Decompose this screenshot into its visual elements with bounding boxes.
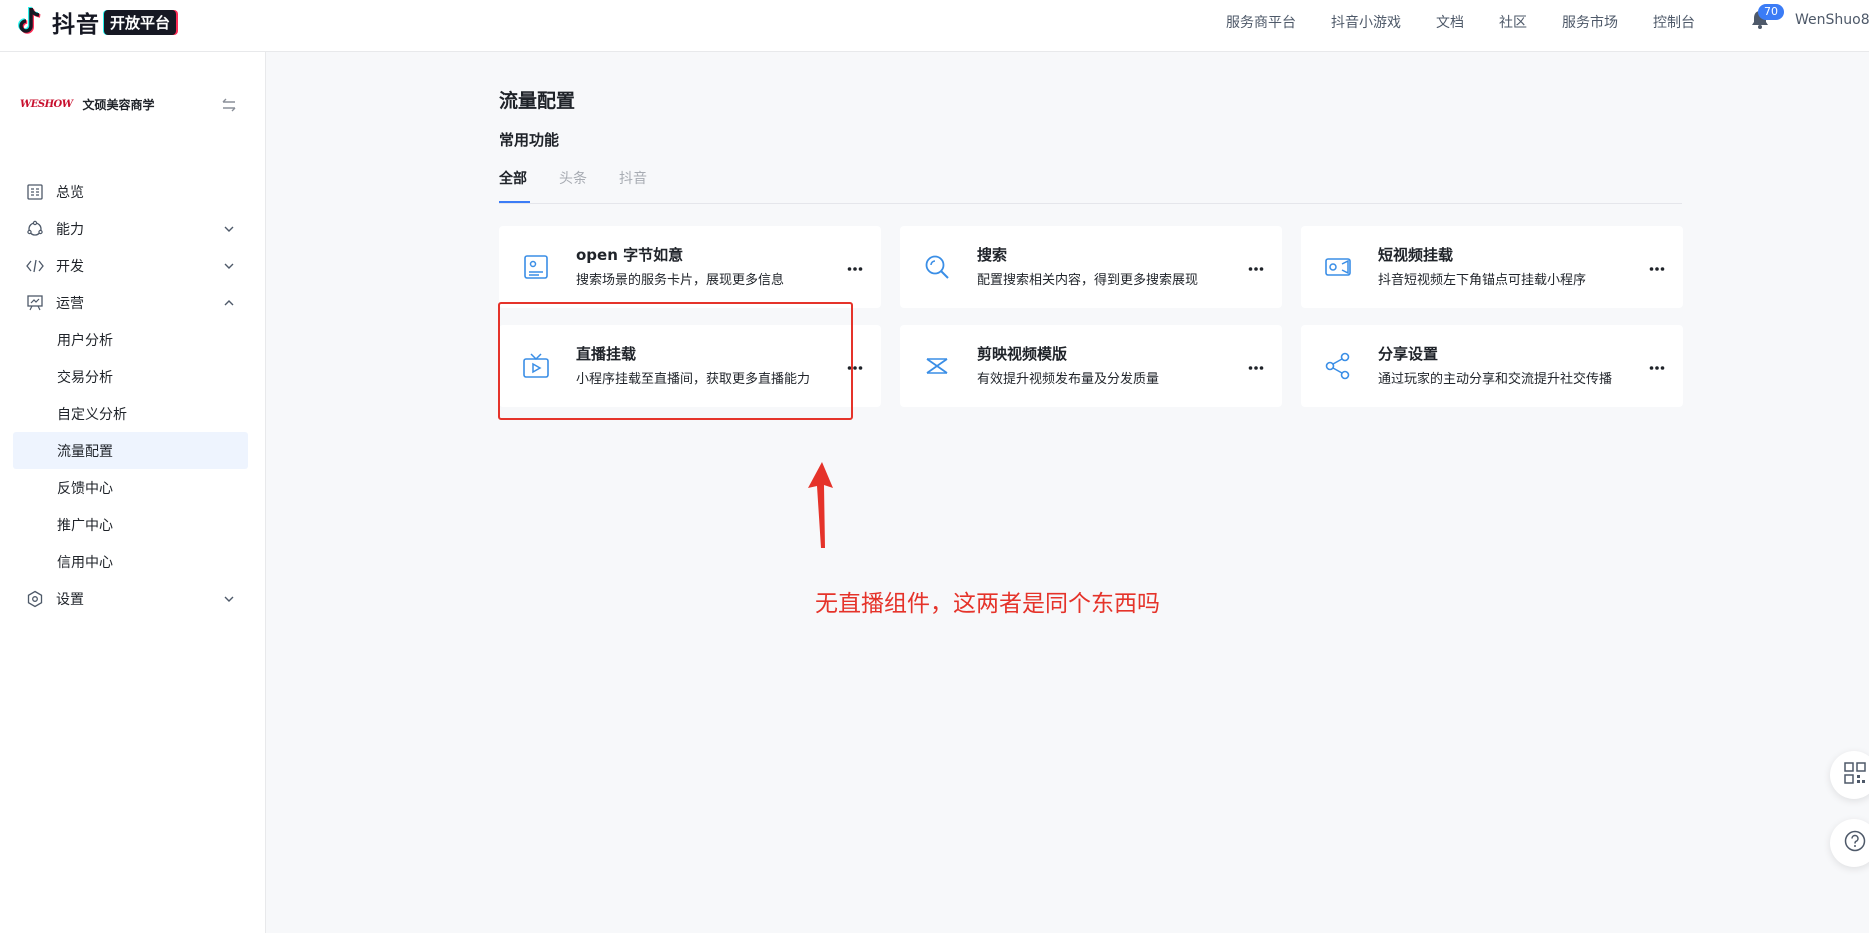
help-question-icon [1844, 830, 1866, 856]
help-button[interactable] [1830, 819, 1869, 867]
card-title: 分享设置 [1378, 345, 1439, 363]
feature-card-search[interactable]: 搜索 配置搜索相关内容，得到更多搜索展现 [900, 226, 1282, 308]
nav-mini-games[interactable]: 抖音小游戏 [1331, 12, 1401, 32]
sidebar: WESHOW 文硕美容商学 总览 能力 开发 运营 用户分析 交易分析 自定义分… [0, 52, 266, 933]
brand-logo: WESHOW [20, 99, 73, 110]
douyin-open-platform-logo[interactable]: 抖音 开放平台 [18, 5, 177, 39]
code-icon [26, 257, 44, 275]
annotation-highlight-box [498, 302, 853, 420]
share-icon [1323, 351, 1353, 381]
tab-bar: 全部 头条 抖音 [499, 166, 1682, 204]
more-icon[interactable] [1248, 257, 1264, 271]
nav-community[interactable]: 社区 [1499, 12, 1527, 32]
card-description: 通过玩家的主动分享和交流提升社交传播 [1378, 372, 1613, 387]
capcut-icon [922, 351, 952, 381]
logo-badge: 开放平台 [104, 9, 177, 35]
active-tab-indicator [499, 201, 530, 203]
sidebar-subitem-custom-analysis[interactable]: 自定义分析 [13, 395, 248, 432]
search-icon [922, 252, 952, 282]
sidebar-item-operations[interactable]: 运营 [13, 284, 248, 321]
sidebar-item-label: 能力 [56, 221, 84, 238]
nav-console[interactable]: 控制台 [1653, 12, 1695, 32]
nav-docs[interactable]: 文档 [1436, 12, 1464, 32]
annotation-text: 无直播组件，这两者是同个东西吗 [815, 591, 1160, 617]
card-description: 配置搜索相关内容，得到更多搜索展现 [977, 273, 1199, 288]
switch-app-icon[interactable] [220, 96, 238, 114]
sidebar-subitem-traffic-config[interactable]: 流量配置 [13, 432, 248, 469]
feature-card-open-ruyi[interactable]: open 字节如意 搜索场景的服务卡片，展现更多信息 [499, 226, 881, 308]
more-icon[interactable] [1248, 356, 1264, 370]
settings-hexagon-icon [26, 590, 44, 608]
card-title: 剪映视频模版 [977, 345, 1068, 363]
nav-service-provider[interactable]: 服务商平台 [1226, 12, 1296, 32]
sidebar-menu: 总览 能力 开发 运营 用户分析 交易分析 自定义分析 流量配置 反馈中心 推广… [13, 173, 248, 617]
logo-text: 抖音 [52, 12, 100, 38]
chevron-down-icon [223, 593, 235, 605]
tab-all[interactable]: 全部 [499, 168, 527, 188]
page-title: 流量配置 [499, 90, 576, 112]
more-icon[interactable] [847, 257, 863, 271]
sidebar-subitem-transaction-analysis[interactable]: 交易分析 [13, 358, 248, 395]
nav-service-market[interactable]: 服务市场 [1562, 12, 1618, 32]
sidebar-item-overview[interactable]: 总览 [13, 173, 248, 210]
username[interactable]: WenShuo8 [1795, 12, 1869, 28]
card-description: 有效提升视频发布量及分发质量 [977, 372, 1160, 387]
tab-toutiao[interactable]: 头条 [559, 168, 587, 188]
capability-icon [26, 220, 44, 238]
chevron-up-icon [223, 297, 235, 309]
annotation-arrow-icon [790, 458, 840, 558]
chevron-down-icon [223, 260, 235, 272]
dashboard-icon [26, 183, 44, 201]
douyin-note-icon [18, 6, 48, 38]
chart-board-icon [26, 294, 44, 312]
sidebar-item-label: 设置 [56, 591, 84, 608]
notification-badge: 70 [1758, 4, 1784, 20]
qr-code-button[interactable] [1830, 751, 1869, 799]
sidebar-item-settings[interactable]: 设置 [13, 580, 248, 617]
sidebar-item-label: 总览 [56, 184, 84, 201]
more-icon[interactable] [1649, 356, 1665, 370]
more-icon[interactable] [1649, 257, 1665, 271]
feature-card-capcut-template[interactable]: 剪映视频模版 有效提升视频发布量及分发质量 [900, 325, 1282, 407]
card-description: 抖音短视频左下角锚点可挂载小程序 [1378, 273, 1587, 288]
feature-card-share-settings[interactable]: 分享设置 通过玩家的主动分享和交流提升社交传播 [1301, 325, 1683, 407]
card-title: 搜索 [977, 246, 1008, 264]
sidebar-item-label: 运营 [56, 295, 84, 312]
qr-code-icon [1844, 762, 1866, 788]
sidebar-item-capability[interactable]: 能力 [13, 210, 248, 247]
id-card-icon [521, 252, 551, 282]
top-nav: 服务商平台 抖音小游戏 文档 社区 服务市场 控制台 [1191, 0, 1695, 44]
chevron-down-icon [223, 223, 235, 235]
sidebar-subitem-credit-center[interactable]: 信用中心 [13, 543, 248, 580]
sidebar-item-label: 开发 [56, 258, 84, 275]
card-title: open 字节如意 [576, 246, 684, 264]
brand-name: 文硕美容商学 [82, 98, 155, 112]
sidebar-item-develop[interactable]: 开发 [13, 247, 248, 284]
sidebar-subitem-promotion-center[interactable]: 推广中心 [13, 506, 248, 543]
top-header: 抖音 开放平台 服务商平台 抖音小游戏 文档 社区 服务市场 控制台 70 We… [0, 0, 1869, 52]
sidebar-subitem-feedback-center[interactable]: 反馈中心 [13, 469, 248, 506]
app-brand: WESHOW 文硕美容商学 [20, 96, 154, 113]
sidebar-subitem-user-analysis[interactable]: 用户分析 [13, 321, 248, 358]
feature-card-short-video-mount[interactable]: 短视频挂载 抖音短视频左下角锚点可挂载小程序 [1301, 226, 1683, 308]
card-title: 短视频挂载 [1378, 246, 1454, 264]
video-camera-icon [1323, 252, 1353, 282]
tab-douyin[interactable]: 抖音 [619, 168, 647, 188]
section-title: 常用功能 [499, 131, 560, 149]
card-description: 搜索场景的服务卡片，展现更多信息 [576, 273, 785, 288]
